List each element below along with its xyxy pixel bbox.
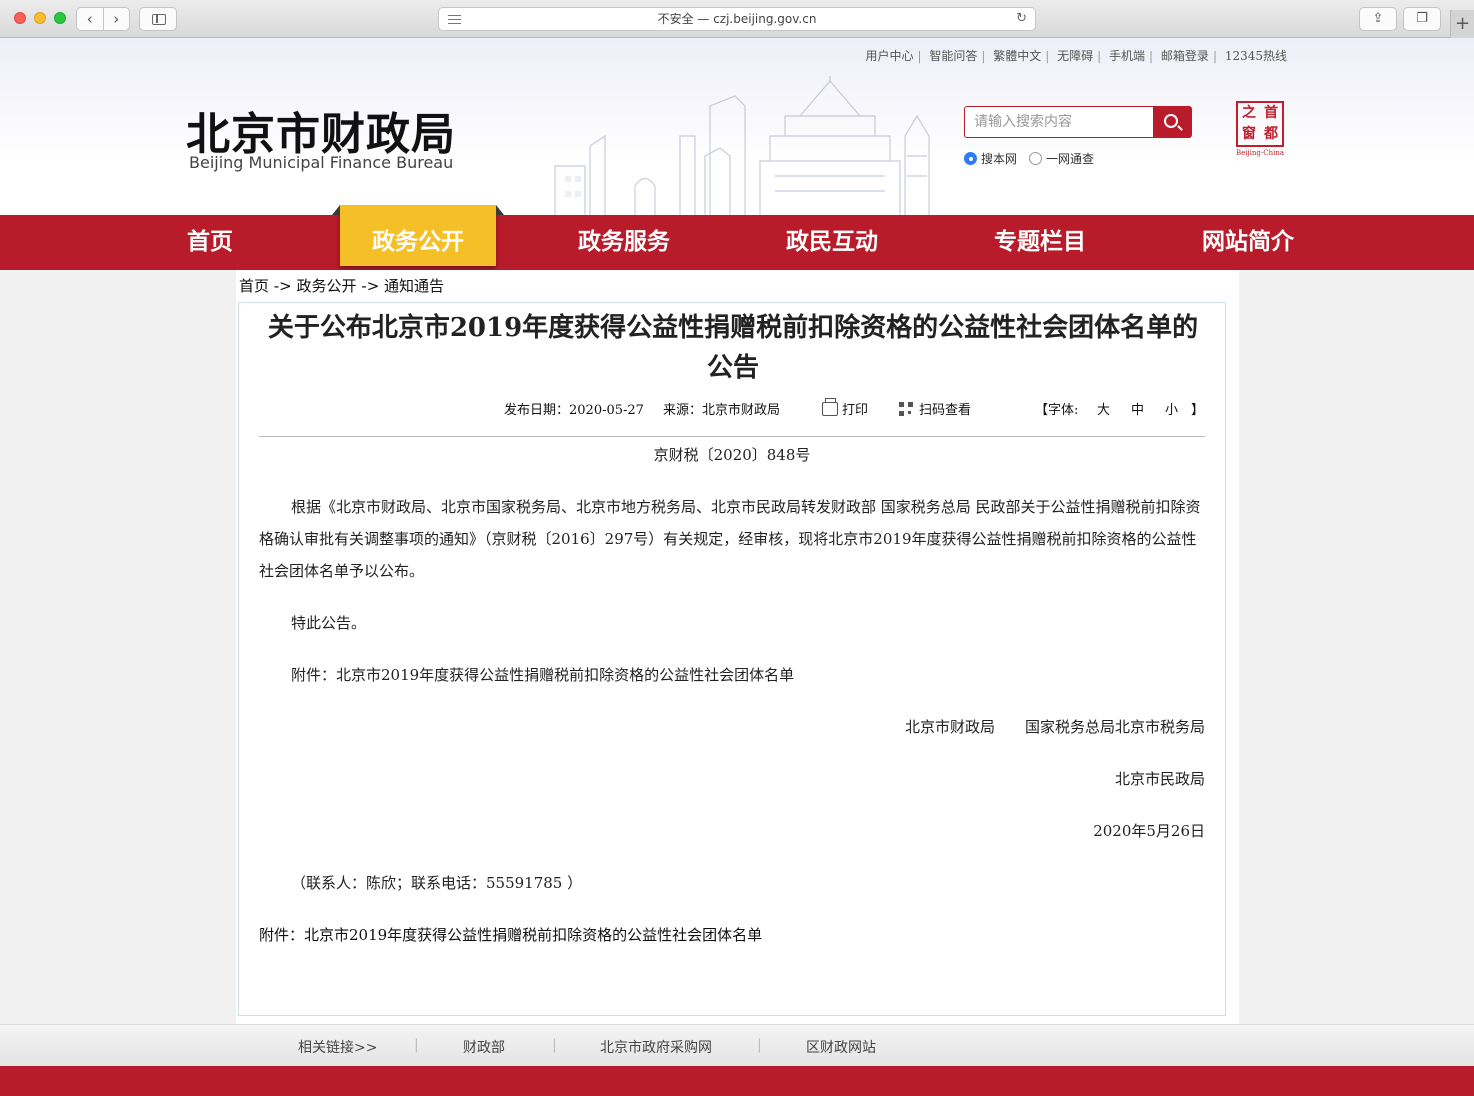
article-panel: 关于公布北京市2019年度获得公益性捐赠税前扣除资格的公益性社会团体名单的公告 …: [238, 302, 1226, 1016]
breadcrumb[interactable]: 首页 -> 政务公开 -> 通知通告: [239, 275, 444, 296]
sidebar-toggle-button[interactable]: [139, 7, 177, 31]
issue-date: 2020年5月26日: [1093, 822, 1205, 840]
new-tab-button[interactable]: +: [1450, 10, 1474, 38]
sidebar-icon: [152, 14, 166, 25]
top-link-mail[interactable]: 邮箱登录: [1161, 47, 1209, 64]
forward-icon[interactable]: ›: [104, 8, 130, 30]
capital-window-seal[interactable]: 之 首 窗 都 Beijing-China: [1233, 101, 1287, 159]
top-link-qa[interactable]: 智能问答: [929, 47, 977, 64]
divider: |: [1149, 49, 1154, 63]
nav-about[interactable]: 网站简介: [1176, 215, 1320, 270]
body-paragraph: 附件：北京市2019年度获得公益性捐赠税前扣除资格的公益性社会团体名单: [291, 666, 795, 684]
seal-caption: Beijing-China: [1235, 149, 1285, 157]
divider: |: [757, 1037, 762, 1053]
site-logo-subtitle: Beijing Municipal Finance Bureau: [189, 153, 454, 172]
plus-icon: +: [1454, 13, 1471, 34]
nav-topics[interactable]: 专题栏目: [968, 215, 1112, 270]
print-button[interactable]: 打印: [822, 398, 868, 418]
zoom-window-icon[interactable]: [54, 12, 66, 24]
skyline-illustration: [554, 76, 930, 215]
link-ministry-of-finance[interactable]: 财政部: [463, 1037, 505, 1057]
reader-icon[interactable]: [448, 15, 461, 24]
share-icon: ⇪: [1372, 11, 1384, 26]
minimize-window-icon[interactable]: [34, 12, 46, 24]
font-medium-button[interactable]: 中: [1131, 399, 1144, 418]
search-input[interactable]: [965, 107, 1153, 137]
printer-icon: [822, 398, 838, 416]
top-links: 用户中心 | 智能问答 | 繁體中文 | 无障碍 | 手机端 | 邮箱登录 | 12345热…: [865, 47, 1287, 64]
font-large-button[interactable]: 大: [1097, 399, 1110, 418]
qr-view-button[interactable]: 扫码查看: [899, 399, 971, 418]
radio-checked-icon: [964, 152, 977, 165]
tabs-button[interactable]: ❐: [1403, 7, 1441, 31]
contact-info: （联系人：陈欣；联系电话：55591785 ）: [291, 874, 583, 892]
body-paragraph: 根据《北京市财政局、北京市国家税务局、北京市地方税务局、北京市民政局转发财政部 …: [259, 498, 1201, 580]
nav-home[interactable]: 首页: [140, 215, 280, 270]
link-district-finance[interactable]: 区财政网站: [806, 1037, 876, 1057]
issuers-line: 北京市民政局: [1114, 770, 1205, 788]
font-size-label: 【字体:: [1035, 403, 1079, 418]
divider: |: [917, 49, 922, 63]
font-small-button[interactable]: 小: [1165, 399, 1178, 418]
issuers-line: 北京市财政局 国家税务总局北京市税务局: [904, 718, 1205, 736]
publish-date: 发布日期：2020-05-27: [504, 403, 644, 418]
search-button[interactable]: [1153, 107, 1191, 137]
attachment-link[interactable]: 附件：北京市2019年度获得公益性捐赠税前扣除资格的公益性社会团体名单: [259, 919, 1205, 951]
divider: |: [1212, 49, 1217, 63]
nav-gov-affairs[interactable]: 政务公开: [332, 205, 504, 266]
document-number: 京财税〔2020〕848号: [653, 446, 811, 464]
radio-unchecked-icon: [1029, 152, 1043, 165]
divider: |: [1045, 49, 1050, 63]
qr-code-icon: [899, 402, 913, 416]
top-link-traditional[interactable]: 繁體中文: [993, 47, 1041, 64]
font-size-close: 】: [1191, 403, 1205, 418]
back-icon[interactable]: ‹: [77, 8, 104, 30]
body-paragraph: 特此公告。: [291, 614, 367, 632]
nav-interaction[interactable]: 政民互动: [760, 215, 904, 270]
radio-all-sites[interactable]: 一网通查: [1029, 150, 1094, 167]
nav-gov-services[interactable]: 政务服务: [552, 215, 696, 270]
address-bar[interactable]: 不安全 — czj.beijing.gov.cn ↻: [438, 7, 1036, 31]
search-icon: [1164, 114, 1178, 128]
history-buttons: ‹ ›: [76, 7, 130, 31]
related-links-bar: 相关链接>> | 财政部 | 北京市政府采购网 | 区财政网站: [0, 1024, 1474, 1066]
tabs-icon: ❐: [1416, 11, 1428, 26]
share-button[interactable]: ⇪: [1359, 7, 1397, 31]
radio-this-site[interactable]: 搜本网: [964, 150, 1017, 167]
main-nav: 首页 政务公开 政务服务 政民互动 专题栏目 网站简介: [0, 205, 1474, 270]
close-window-icon[interactable]: [14, 12, 26, 24]
search-box: [964, 106, 1192, 138]
link-procurement[interactable]: 北京市政府采购网: [600, 1037, 712, 1057]
divider: |: [414, 1037, 419, 1053]
article-title: 关于公布北京市2019年度获得公益性捐赠税前扣除资格的公益性社会团体名单的公告: [267, 313, 1199, 383]
divider: |: [552, 1037, 557, 1053]
divider: [259, 436, 1205, 437]
reload-icon[interactable]: ↻: [1016, 8, 1027, 30]
main-content: 首页 -> 政务公开 -> 通知通告 关于公布北京市2019年度获得公益性捐赠税…: [236, 270, 1239, 1024]
site-header: 用户中心 | 智能问答 | 繁體中文 | 无障碍 | 手机端 | 邮箱登录 | 12345热…: [0, 38, 1474, 215]
footer-bar: [0, 1066, 1474, 1096]
top-link-hotline[interactable]: 12345热线: [1225, 47, 1287, 64]
divider: |: [1097, 49, 1102, 63]
seal-icon: 之 首 窗 都: [1236, 101, 1284, 147]
article-source: 来源：北京市财政局: [663, 403, 781, 418]
search-scope: 搜本网 一网通查: [964, 150, 1094, 167]
address-text: 不安全 — czj.beijing.gov.cn: [657, 12, 817, 26]
divider: |: [981, 49, 986, 63]
related-links-label: 相关链接>>: [298, 1040, 378, 1056]
top-link-mobile[interactable]: 手机端: [1109, 47, 1145, 64]
browser-toolbar: ‹ › 不安全 — czj.beijing.gov.cn ↻ ⇪ ❐ +: [0, 0, 1474, 38]
top-link-user-center[interactable]: 用户中心: [865, 47, 913, 64]
top-link-accessibility[interactable]: 无障碍: [1057, 47, 1093, 64]
